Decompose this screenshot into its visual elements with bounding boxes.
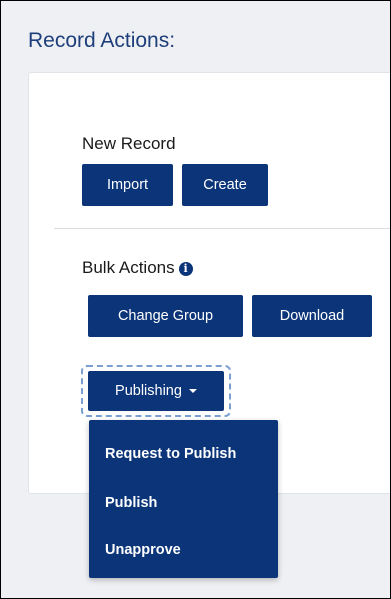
bulk-actions-heading: Bulk Actions i: [82, 258, 193, 278]
menu-item-unapprove[interactable]: Unapprove: [105, 542, 181, 558]
publishing-dropdown-button[interactable]: Publishing: [88, 371, 224, 411]
publishing-dropdown-menu: Request to Publish Publish Unapprove: [89, 420, 278, 578]
publishing-dropdown-focus-ring: Publishing: [81, 365, 231, 417]
menu-item-request-to-publish[interactable]: Request to Publish: [105, 446, 236, 462]
change-group-button[interactable]: Change Group: [88, 295, 243, 337]
caret-down-icon: [188, 389, 197, 394]
import-button[interactable]: Import: [82, 164, 173, 206]
create-button[interactable]: Create: [182, 164, 268, 206]
publishing-dropdown-label: Publishing: [115, 383, 182, 399]
record-actions-panel: Record Actions: New Record Import Create…: [0, 0, 391, 599]
bulk-actions-label: Bulk Actions: [82, 258, 175, 277]
download-button[interactable]: Download: [252, 295, 372, 337]
info-circle-icon[interactable]: i: [178, 262, 193, 276]
section-divider: [54, 228, 390, 229]
section-title: Record Actions:: [28, 29, 176, 52]
menu-item-publish[interactable]: Publish: [105, 495, 157, 511]
new-record-label: New Record: [82, 134, 176, 153]
